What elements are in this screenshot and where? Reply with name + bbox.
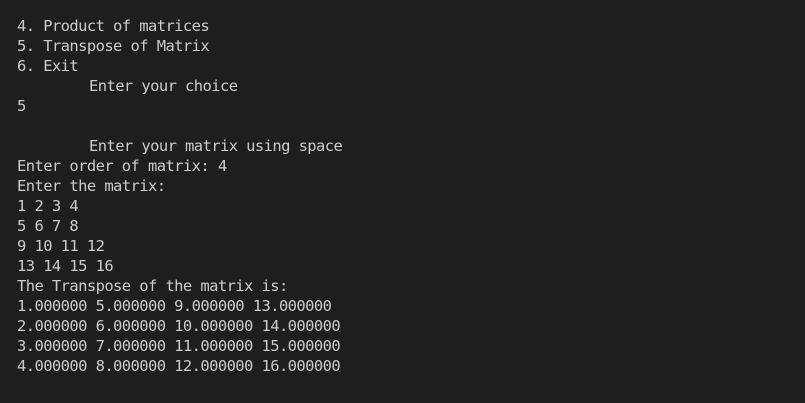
matrix-entry-prompt: Enter the matrix: [17,177,166,195]
matrix-input-row: 1 2 3 4 [17,197,79,215]
transpose-output-row: 4.000000 8.000000 12.000000 16.000000 [17,357,341,375]
transpose-output-row: 1.000000 5.000000 9.000000 13.000000 [17,297,332,315]
terminal-output: 4. Product of matrices 5. Transpose of M… [0,0,805,403]
menu-item-exit: 6. Exit [17,57,79,75]
matrix-prompt: Enter your matrix using space [89,137,343,155]
matrix-input-row: 5 6 7 8 [17,217,79,235]
transpose-output-row: 2.000000 6.000000 10.000000 14.000000 [17,317,341,335]
order-prompt: Enter order of matrix: 4 [17,157,227,175]
menu-item-product: 4. Product of matrices [17,17,210,35]
matrix-input-row: 9 10 11 12 [17,237,105,255]
choice-input: 5 [17,97,26,115]
transpose-output-row: 3.000000 7.000000 11.000000 15.000000 [17,337,341,355]
choice-prompt: Enter your choice [89,77,238,95]
transpose-heading: The Transpose of the matrix is: [17,277,288,295]
menu-item-transpose: 5. Transpose of Matrix [17,37,210,55]
matrix-input-row: 13 14 15 16 [17,257,114,275]
